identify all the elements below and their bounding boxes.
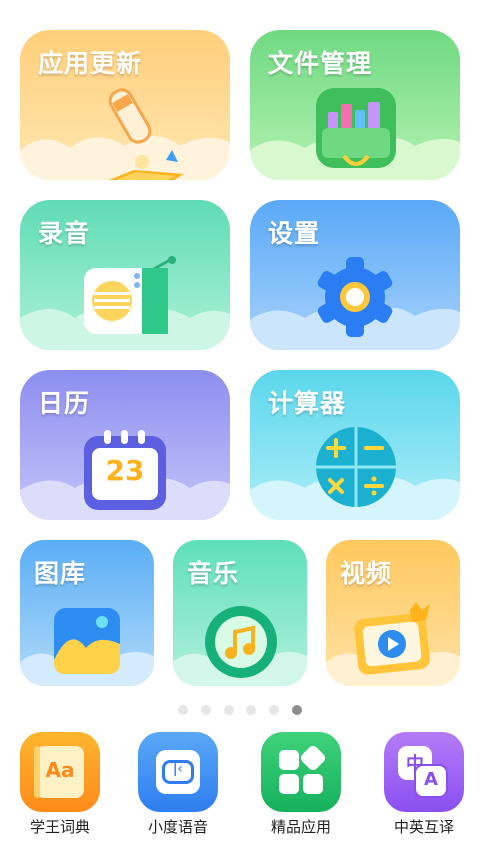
calendar-icon: 23: [84, 428, 166, 510]
tile-music[interactable]: 音乐: [173, 540, 307, 686]
page-dot-active[interactable]: [292, 705, 302, 715]
tile-label: 录音: [38, 219, 91, 248]
translate-icon: 中 A: [384, 732, 464, 812]
calculator-icon: [316, 427, 396, 507]
tile-gallery[interactable]: 图库: [20, 540, 154, 686]
tile-label: 图库: [34, 559, 87, 588]
rocket-book-icon: [108, 88, 184, 180]
file-basket-icon: [316, 88, 396, 168]
dock-item-voice[interactable]: ǀ‹ 小度语音: [120, 730, 236, 840]
tile-label: 应用更新: [38, 49, 143, 78]
tile-label: 文件管理: [268, 49, 373, 78]
page-dot[interactable]: [224, 705, 234, 715]
tile-app-update[interactable]: 应用更新: [20, 30, 230, 180]
dock-label: 中英互译: [393, 818, 454, 836]
page-dot[interactable]: [178, 705, 188, 715]
app-store-icon: [261, 732, 341, 812]
dictionary-icon: Aa: [20, 732, 100, 812]
tile-label: 设置: [268, 219, 321, 248]
tile-calculator[interactable]: 计算器: [250, 370, 460, 520]
gear-icon: [317, 257, 393, 337]
translate-glyph-en: A: [424, 769, 438, 790]
tile-label: 视频: [340, 559, 393, 588]
tile-video[interactable]: 视频: [326, 540, 460, 686]
tile-label: 计算器: [268, 389, 347, 418]
tile-label: 音乐: [187, 559, 240, 588]
video-crown-icon: [354, 602, 430, 675]
calendar-day-number: 23: [105, 454, 145, 487]
tile-recorder[interactable]: 录音: [20, 200, 230, 350]
dock-label: 学王词典: [29, 818, 90, 836]
music-disc-icon: [205, 606, 277, 678]
dock-label: 精品应用: [270, 818, 331, 836]
voice-assistant-icon: ǀ‹: [138, 732, 218, 812]
gallery-icon: [54, 608, 120, 674]
voice-face-glyph: ǀ‹: [173, 761, 183, 777]
dock-item-dictionary[interactable]: Aa 学王词典: [2, 730, 118, 840]
tile-settings[interactable]: 设置: [250, 200, 460, 350]
page-dot[interactable]: [269, 705, 279, 715]
tile-file-manager[interactable]: 文件管理: [250, 30, 460, 180]
dock-label: 小度语音: [147, 818, 208, 836]
dock-item-translate[interactable]: 中 A 中英互译: [366, 730, 480, 840]
page-dot[interactable]: [246, 705, 256, 715]
dictionary-glyph: Aa: [45, 758, 75, 782]
dock-item-app-store[interactable]: 精品应用: [243, 730, 359, 840]
page-dot[interactable]: [201, 705, 211, 715]
tile-calendar[interactable]: 日历 23: [20, 370, 230, 520]
tile-label: 日历: [38, 389, 91, 418]
page-indicator: [0, 705, 480, 717]
radio-recorder-icon: [84, 256, 176, 334]
